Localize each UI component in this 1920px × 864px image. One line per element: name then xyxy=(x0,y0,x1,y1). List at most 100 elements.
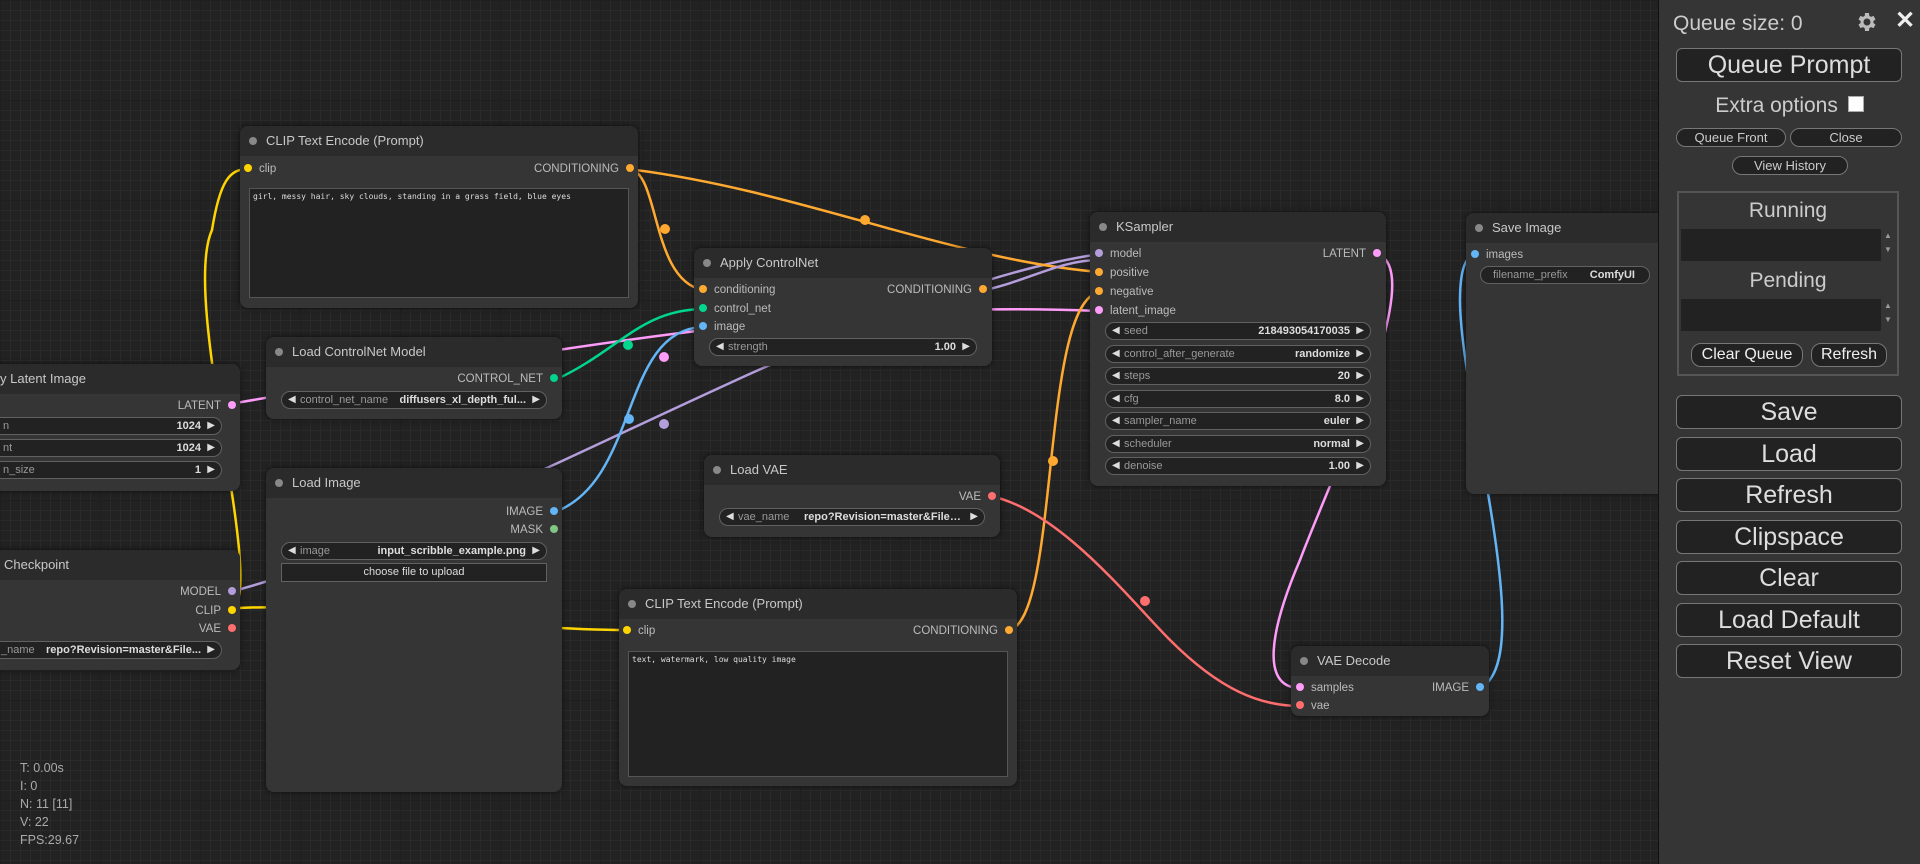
output-conditioning[interactable]: CONDITIONING xyxy=(534,162,634,176)
widget-seed[interactable]: ◀ seed 218493054170035 ▶ xyxy=(1105,322,1371,340)
output-control-net[interactable]: CONTROL_NET xyxy=(457,372,558,386)
input-latent-image[interactable]: latent_image xyxy=(1095,304,1176,318)
output-vae[interactable]: VAE xyxy=(959,490,996,504)
widget-strength[interactable]: ◀ strength 1.00 ▶ xyxy=(709,338,977,356)
load-default-button[interactable]: Load Default xyxy=(1676,603,1902,637)
widget-filename-prefix[interactable]: filename_prefix ComfyUI xyxy=(1480,266,1650,284)
load-button[interactable]: Load xyxy=(1676,437,1902,471)
widget-vae-name[interactable]: ◀ vae_name repo?Revision=master&FileP... ▶ xyxy=(719,508,985,526)
input-samples[interactable]: samples xyxy=(1296,681,1354,695)
output-conditioning[interactable]: CONDITIONING xyxy=(913,624,1013,638)
reset-view-button[interactable]: Reset View xyxy=(1676,644,1902,678)
node-load-vae[interactable]: Load VAE VAE ◀ vae_name repo?Revision=mast… xyxy=(704,455,1000,537)
extra-options-row: Extra options xyxy=(1659,94,1920,118)
prompt-textarea[interactable]: text, watermark, low quality image xyxy=(628,651,1008,777)
node-title: Load Image xyxy=(292,475,361,490)
choose-file-button[interactable]: choose file to upload xyxy=(281,563,547,582)
close-button[interactable]: Close xyxy=(1790,128,1902,147)
node-collapse-dot[interactable] xyxy=(1300,657,1308,665)
output-model[interactable]: MODEL xyxy=(180,585,236,599)
widget-denoise[interactable]: ◀ denoise 1.00 ▶ xyxy=(1105,457,1371,475)
node-load-image[interactable]: Load Image IMAGE MASK ◀ image input_scribb… xyxy=(266,468,562,792)
node-title: y Latent Image xyxy=(0,371,86,386)
input-clip[interactable]: clip xyxy=(244,162,276,176)
node-title: Load VAE xyxy=(730,462,788,477)
extra-options-label: Extra options xyxy=(1715,94,1838,117)
node-load-checkpoint[interactable]: Checkpoint MODEL CLIP VAE _name repo?Revi… xyxy=(0,550,240,670)
node-collapse-dot[interactable] xyxy=(275,479,283,487)
output-vae[interactable]: VAE xyxy=(199,622,236,636)
output-latent[interactable]: LATENT xyxy=(1323,247,1381,261)
view-history-button[interactable]: View History xyxy=(1732,156,1848,175)
input-conditioning[interactable]: conditioning xyxy=(699,283,775,297)
refresh-queue-button[interactable]: Refresh xyxy=(1811,343,1887,367)
input-images[interactable]: images xyxy=(1471,248,1523,262)
node-collapse-dot[interactable] xyxy=(249,137,257,145)
widget-height[interactable]: nt 1024 ▶ xyxy=(0,439,222,457)
clear-queue-button[interactable]: Clear Queue xyxy=(1691,343,1803,367)
input-clip[interactable]: clip xyxy=(623,624,655,638)
node-clip-text-encode-positive[interactable]: CLIP Text Encode (Prompt) clip CONDITION… xyxy=(240,126,638,308)
widget-batch-size[interactable]: n_size 1 ▶ xyxy=(0,461,222,479)
output-image[interactable]: IMAGE xyxy=(506,505,558,519)
widget-width[interactable]: n 1024 ▶ xyxy=(0,417,222,435)
node-collapse-dot[interactable] xyxy=(1475,224,1483,232)
render-stats: T: 0.00s I: 0 N: 11 [11] V: 22 FPS:29.67 xyxy=(20,761,80,847)
node-vae-decode[interactable]: VAE Decode samples vae IMAGE xyxy=(1291,646,1489,716)
input-model[interactable]: model xyxy=(1095,247,1141,261)
output-image[interactable]: IMAGE xyxy=(1432,681,1484,695)
node-empty-latent-image[interactable]: y Latent Image LATENT n 1024 ▶ nt 1024 ▶ n_s… xyxy=(0,364,240,491)
running-scroll-arrows[interactable]: ▲ ▼ xyxy=(1881,229,1895,257)
pending-list[interactable] xyxy=(1681,299,1881,331)
node-save-image[interactable]: Save Image images filename_prefix ComfyUI xyxy=(1466,213,1658,494)
queue-front-button[interactable]: Queue Front xyxy=(1676,128,1786,147)
input-image[interactable]: image xyxy=(699,320,745,334)
input-vae[interactable]: vae xyxy=(1296,699,1330,713)
comfy-menu: Queue size: 0 ✕ Queue Prompt Extra optio… xyxy=(1658,0,1920,864)
node-title: Checkpoint xyxy=(4,557,70,572)
node-collapse-dot[interactable] xyxy=(703,259,711,267)
input-positive[interactable]: positive xyxy=(1095,266,1149,280)
input-negative[interactable]: negative xyxy=(1095,285,1153,299)
close-icon[interactable]: ✕ xyxy=(1895,6,1915,35)
graph-canvas[interactable]: CLIP Text Encode (Prompt) clip CONDITION… xyxy=(0,0,1658,864)
node-collapse-dot[interactable] xyxy=(628,600,636,608)
gear-icon[interactable] xyxy=(1854,10,1878,34)
node-title: CLIP Text Encode (Prompt) xyxy=(266,133,424,148)
widget-control-after-generate[interactable]: ◀ control_after_generate randomize ▶ xyxy=(1105,345,1371,363)
prompt-textarea[interactable]: girl, messy hair, sky clouds, standing i… xyxy=(249,188,629,298)
widget-ckpt-name[interactable]: _name repo?Revision=master&File... ▶ xyxy=(0,641,222,659)
running-list[interactable] xyxy=(1681,229,1881,261)
output-clip[interactable]: CLIP xyxy=(195,604,236,618)
node-title: Save Image xyxy=(1492,220,1562,235)
widget-control-net-name[interactable]: ◀ control_net_name diffusers_xl_depth_ful.… xyxy=(281,391,547,409)
node-apply-controlnet[interactable]: Apply ControlNet conditioning control_ne… xyxy=(694,248,992,366)
pending-scroll-arrows[interactable]: ▲ ▼ xyxy=(1881,299,1895,327)
input-control-net[interactable]: control_net xyxy=(699,302,771,316)
queue-panel: Running ▲ ▼ Pending ▲ ▼ Clear Queue Refres… xyxy=(1677,191,1899,376)
output-latent[interactable]: LATENT xyxy=(178,399,236,413)
node-load-controlnet-model[interactable]: Load ControlNet Model CONTROL_NET ◀ contr… xyxy=(266,337,562,419)
output-conditioning[interactable]: CONDITIONING xyxy=(887,283,987,297)
extra-options-checkbox[interactable] xyxy=(1847,96,1864,113)
node-title: Apply ControlNet xyxy=(720,255,819,270)
widget-sampler-name[interactable]: ◀ sampler_name euler ▶ xyxy=(1105,412,1371,430)
widget-steps[interactable]: ◀ steps 20 ▶ xyxy=(1105,367,1371,385)
node-collapse-dot[interactable] xyxy=(275,348,283,356)
node-clip-text-encode-negative[interactable]: CLIP Text Encode (Prompt) clip CONDITION… xyxy=(619,589,1017,786)
node-collapse-dot[interactable] xyxy=(713,466,721,474)
pending-title: Pending xyxy=(1749,269,1827,292)
node-ksampler[interactable]: KSampler model positive negative latent_… xyxy=(1090,212,1386,486)
widget-scheduler[interactable]: ◀ scheduler normal ▶ xyxy=(1105,435,1371,453)
node-title: VAE Decode xyxy=(1317,653,1391,668)
output-mask[interactable]: MASK xyxy=(510,523,558,537)
clipspace-button[interactable]: Clipspace xyxy=(1676,520,1902,554)
queue-prompt-button[interactable]: Queue Prompt xyxy=(1676,48,1902,82)
refresh-button[interactable]: Refresh xyxy=(1676,478,1902,512)
node-collapse-dot[interactable] xyxy=(1099,223,1107,231)
clear-button[interactable]: Clear xyxy=(1676,561,1902,595)
widget-cfg[interactable]: ◀ cfg 8.0 ▶ xyxy=(1105,390,1371,408)
save-button[interactable]: Save xyxy=(1676,395,1902,429)
node-title: KSampler xyxy=(1116,219,1174,234)
widget-image[interactable]: ◀ image input_scribble_example.png ▶ xyxy=(281,542,547,560)
